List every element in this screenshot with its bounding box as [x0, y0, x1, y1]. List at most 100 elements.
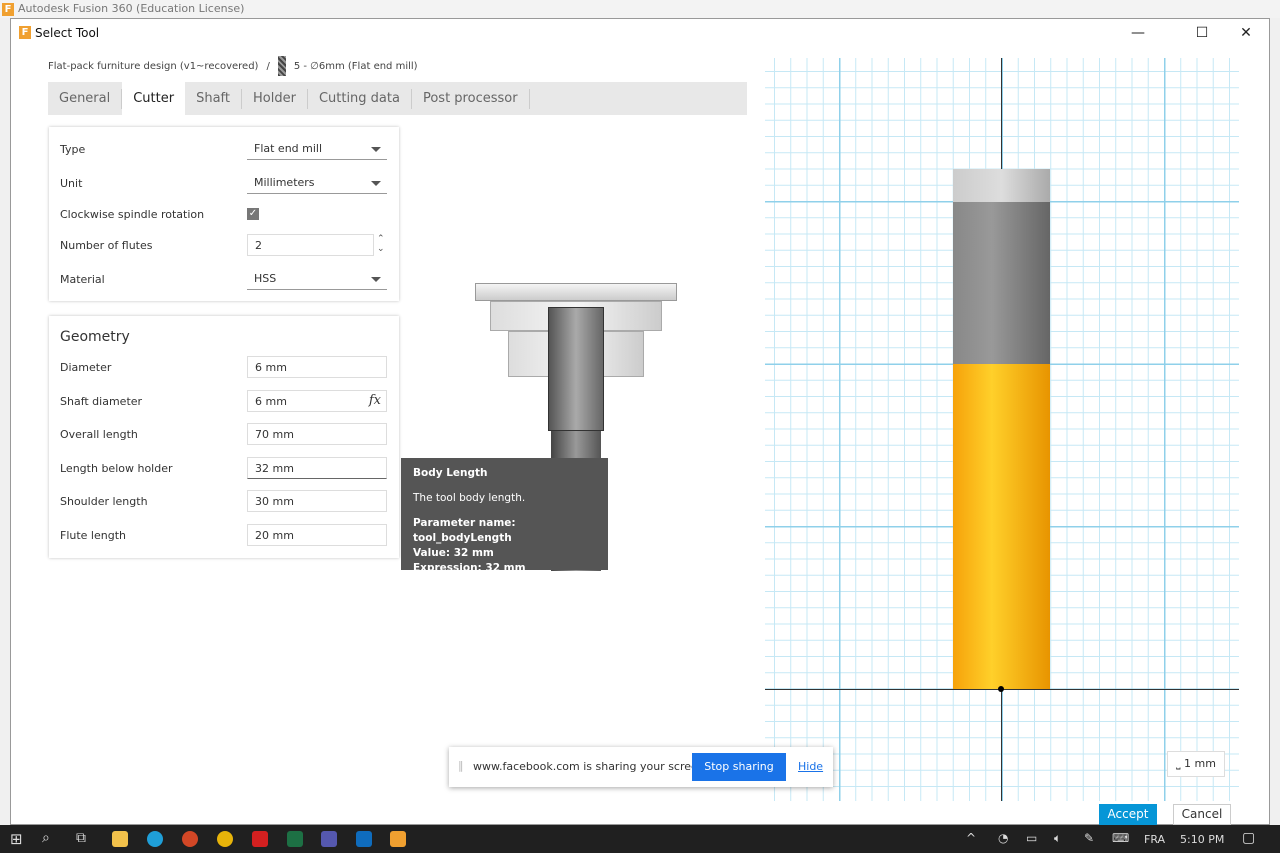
acrobat-icon[interactable] [252, 831, 268, 847]
keyboard-icon[interactable]: ⌨ [1112, 831, 1129, 845]
chevron-down-icon [371, 147, 381, 152]
overall-length-row: Overall length 70 mm [60, 423, 390, 447]
notifications-icon[interactable]: ▢ [1242, 830, 1255, 846]
tab-shaft[interactable]: Shaft [185, 88, 242, 109]
unit-label: Unit [60, 177, 83, 190]
tool-shaft-top [953, 169, 1050, 202]
scale-indicator: ⎵ 1 mm [1167, 751, 1225, 777]
shaft-diameter-value: 6 mm [255, 395, 287, 408]
unit-value: Millimeters [254, 176, 315, 189]
excel-icon[interactable] [287, 831, 303, 847]
clockwise-row: Clockwise spindle rotation ✓ [60, 203, 390, 227]
accept-button[interactable]: Accept [1099, 804, 1157, 825]
file-explorer-icon[interactable] [112, 831, 128, 847]
flutes-label: Number of flutes [60, 239, 153, 252]
diameter-row: Diameter 6 mm [60, 356, 390, 380]
fx-icon[interactable]: fx [369, 393, 381, 408]
type-row: Type Flat end mill [60, 138, 390, 162]
minimize-button[interactable]: — [1117, 19, 1159, 47]
body-length-tooltip: Body Length The tool body length. Parame… [401, 458, 608, 574]
fusion-360-icon[interactable] [390, 831, 406, 847]
flute-length-row: Flute length 20 mm [60, 524, 390, 548]
teams-icon[interactable] [321, 831, 337, 847]
flutes-input[interactable]: 2 [247, 234, 374, 256]
tool-shaft [548, 307, 604, 431]
diameter-input[interactable]: 6 mm [247, 356, 387, 378]
length-below-holder-label: Length below holder [60, 462, 173, 475]
pen-icon[interactable]: ✎ [1084, 831, 1094, 845]
geometry-title: Geometry [60, 329, 130, 345]
holder-flange [475, 283, 677, 301]
overall-length-input[interactable]: 70 mm [247, 423, 387, 445]
flute-length-input[interactable]: 20 mm [247, 524, 387, 546]
app-title: Autodesk Fusion 360 (Education License) [18, 2, 245, 15]
chevron-down-icon [371, 181, 381, 186]
overall-length-label: Overall length [60, 428, 138, 441]
geometry-panel: Geometry Diameter 6 mm Shaft diameter 6 mm… [49, 316, 399, 558]
tab-cutting-data[interactable]: Cutting data [308, 88, 412, 109]
type-select[interactable]: Flat end mill [247, 138, 387, 160]
length-below-holder-row: Length below holder 32 mm [60, 457, 390, 481]
language-indicator[interactable]: FRA [1144, 833, 1165, 846]
shaft-diameter-row: Shaft diameter 6 mm fx [60, 390, 390, 414]
maximize-button[interactable]: ☐ [1181, 19, 1223, 47]
cutter-panel: Type Flat end mill Unit Millimeters Clockw… [49, 127, 399, 301]
flute-length-label: Flute length [60, 529, 126, 542]
chrome-icon[interactable] [217, 831, 233, 847]
tool-shoulder [953, 202, 1050, 364]
powerpoint-icon[interactable] [182, 831, 198, 847]
breadcrumb: Flat-pack furniture design (v1~recovered… [48, 56, 418, 76]
outlook-icon[interactable] [356, 831, 372, 847]
tooltip-value: Value: 32 mm [413, 547, 494, 559]
cancel-button[interactable]: Cancel [1173, 804, 1231, 825]
fusion-logo-icon: F [19, 26, 31, 39]
tool-flute [953, 364, 1050, 689]
shaft-diameter-label: Shaft diameter [60, 395, 143, 408]
wifi-icon[interactable]: ◔ [998, 831, 1008, 845]
close-button[interactable]: ✕ [1225, 19, 1267, 47]
battery-icon[interactable]: ▭ [1026, 831, 1037, 845]
type-label: Type [60, 143, 86, 156]
tab-holder[interactable]: Holder [242, 88, 308, 109]
material-row: Material HSS [60, 268, 390, 292]
tab-cutter[interactable]: Cutter [122, 82, 186, 115]
shoulder-length-input[interactable]: 30 mm [247, 490, 387, 512]
material-label: Material [60, 273, 105, 286]
tooltip-parameter-name: Parameter name: tool_bodyLength [413, 517, 516, 544]
breadcrumb-document[interactable]: Flat-pack furniture design (v1~recovered… [48, 61, 258, 72]
windows-start-icon[interactable]: ⊞ [10, 830, 23, 848]
unit-select[interactable]: Millimeters [247, 172, 387, 194]
type-value: Flat end mill [254, 142, 323, 155]
breadcrumb-tool: 5 - ∅6mm (Flat end mill) [293, 60, 418, 72]
chevron-down-icon [371, 277, 381, 282]
task-view-icon[interactable]: ⧉ [76, 830, 86, 846]
flutes-stepper[interactable]: ⌃ ⌄ [377, 234, 385, 254]
drag-handle-icon[interactable]: ‖ [458, 759, 464, 772]
clockwise-label: Clockwise spindle rotation [60, 208, 205, 221]
scale-label: 1 mm [1183, 757, 1216, 770]
tooltip-title: Body Length [413, 467, 488, 479]
screen-share-bar: ‖ www.facebook.com is sharing your scree… [449, 747, 833, 787]
hide-link[interactable]: Hide [798, 760, 823, 773]
volume-icon[interactable]: 🔈︎ [1054, 831, 1061, 846]
breadcrumb-separator: / [266, 60, 270, 72]
stop-sharing-button[interactable]: Stop sharing [692, 753, 786, 781]
edge-icon[interactable] [147, 831, 163, 847]
diameter-label: Diameter [60, 361, 112, 374]
tooltip-description: The tool body length. [413, 492, 526, 504]
chevron-up-icon[interactable]: ^ [966, 831, 976, 845]
clock[interactable]: 5:10 PM [1180, 833, 1224, 846]
length-below-holder-input[interactable]: 32 mm [247, 457, 387, 479]
shoulder-length-row: Shoulder length 30 mm [60, 490, 390, 514]
app-title-bar: F Autodesk Fusion 360 (Education License) [0, 0, 1280, 18]
tab-bar: General Cutter Shaft Holder Cutting data… [48, 82, 747, 115]
tab-post-processor[interactable]: Post processor [412, 88, 530, 109]
tool-viewport[interactable]: ⎵ 1 mm [765, 58, 1239, 801]
shaft-diameter-input[interactable]: 6 mm fx [247, 390, 387, 412]
end-mill-icon [277, 56, 286, 76]
search-icon[interactable]: ⌕ [42, 830, 50, 846]
clockwise-checkbox[interactable]: ✓ [247, 208, 259, 220]
material-select[interactable]: HSS [247, 268, 387, 290]
dialog-title: Select Tool [35, 26, 100, 40]
tab-general[interactable]: General [48, 88, 123, 109]
